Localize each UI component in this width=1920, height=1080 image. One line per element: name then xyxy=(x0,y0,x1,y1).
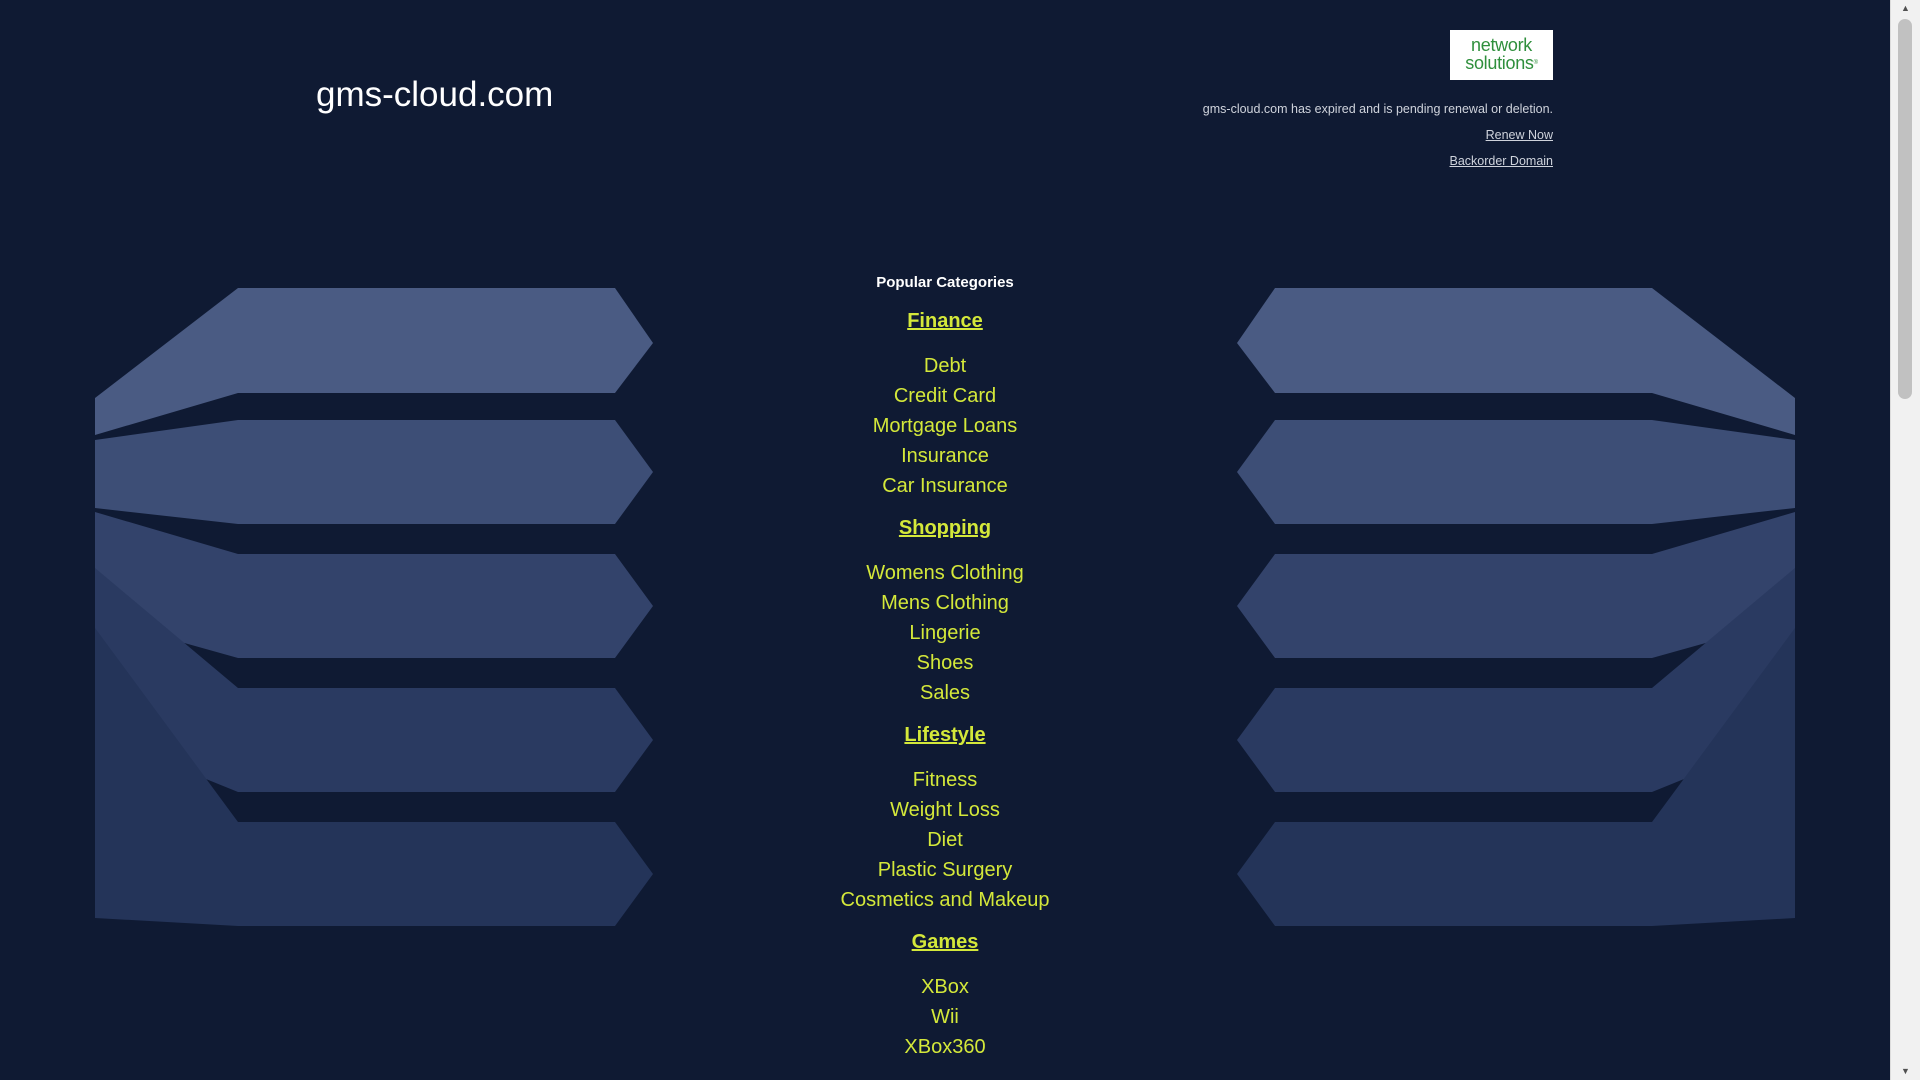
list-item: XBox xyxy=(0,972,1890,1002)
logo-line-2: solutions® xyxy=(1450,54,1553,72)
logo-line-1: network xyxy=(1471,35,1532,55)
category-link-lingerie[interactable]: Lingerie xyxy=(909,622,980,644)
category-link-sales[interactable]: Sales xyxy=(920,682,970,704)
category-link-plastic-surgery[interactable]: Plastic Surgery xyxy=(878,859,1013,881)
category-link-fitness[interactable]: Fitness xyxy=(913,769,977,791)
list-item: Weight Loss xyxy=(0,795,1890,825)
category-title-lifestyle[interactable]: Lifestyle xyxy=(904,723,985,747)
list-item: Plastic Surgery xyxy=(0,855,1890,885)
network-solutions-logo[interactable]: network solutions® xyxy=(1450,30,1553,80)
category-link-diet[interactable]: Diet xyxy=(927,829,963,851)
list-item: Debt xyxy=(0,351,1890,381)
category-link-wii[interactable]: Wii xyxy=(931,1006,959,1028)
list-item: Shoes xyxy=(0,648,1890,678)
list-item: Fitness xyxy=(0,765,1890,795)
list-item: Sales xyxy=(0,678,1890,708)
category-list-finance: Debt Credit Card Mortgage Loans Insuranc… xyxy=(0,351,1890,501)
category-link-weight-loss[interactable]: Weight Loss xyxy=(890,799,1000,821)
list-item: Credit Card xyxy=(0,381,1890,411)
category-group-games: Games XBox Wii XBox360 xyxy=(0,915,1890,1062)
list-item: Car Insurance xyxy=(0,471,1890,501)
category-link-xbox360[interactable]: XBox360 xyxy=(904,1036,985,1058)
logo-line-2-text: solutions xyxy=(1465,53,1534,73)
vertical-scrollbar[interactable]: ▲ ▼ xyxy=(1890,0,1920,1080)
category-link-car-insurance[interactable]: Car Insurance xyxy=(882,475,1008,497)
category-title-shopping[interactable]: Shopping xyxy=(899,516,991,540)
page-viewport: gms-cloud.com network solutions® gms-clo… xyxy=(0,0,1890,1080)
list-item: Mortgage Loans xyxy=(0,411,1890,441)
category-group-shopping: Shopping Womens Clothing Mens Clothing L… xyxy=(0,501,1890,708)
category-link-cosmetics-and-makeup[interactable]: Cosmetics and Makeup xyxy=(841,889,1050,911)
category-group-lifestyle: Lifestyle Fitness Weight Loss Diet Plast… xyxy=(0,708,1890,915)
popular-categories: Popular Categories Finance Debt Credit C… xyxy=(0,272,1890,1062)
list-item: Cosmetics and Makeup xyxy=(0,885,1890,915)
category-link-credit-card[interactable]: Credit Card xyxy=(894,385,996,407)
expiry-notice: gms-cloud.com has expired and is pending… xyxy=(1202,102,1553,116)
triangle-up-icon[interactable]: ▲ xyxy=(1891,0,1920,17)
category-title-finance[interactable]: Finance xyxy=(907,309,983,333)
scrollbar-thumb[interactable] xyxy=(1898,19,1912,399)
domain-title: gms-cloud.com xyxy=(316,75,554,114)
category-link-womens-clothing[interactable]: Womens Clothing xyxy=(866,562,1023,584)
category-list-shopping: Womens Clothing Mens Clothing Lingerie S… xyxy=(0,558,1890,708)
renew-now-link[interactable]: Renew Now xyxy=(1486,128,1553,142)
category-link-xbox[interactable]: XBox xyxy=(921,976,969,998)
categories-heading: Popular Categories xyxy=(876,274,1014,291)
category-link-mortgage-loans[interactable]: Mortgage Loans xyxy=(873,415,1018,437)
list-item: Diet xyxy=(0,825,1890,855)
list-item: Womens Clothing xyxy=(0,558,1890,588)
list-item: Wii xyxy=(0,1002,1890,1032)
category-link-insurance[interactable]: Insurance xyxy=(901,445,989,467)
category-list-lifestyle: Fitness Weight Loss Diet Plastic Surgery… xyxy=(0,765,1890,915)
category-list-games: XBox Wii XBox360 xyxy=(0,972,1890,1062)
logo-registered-mark: ® xyxy=(1533,60,1538,66)
category-link-debt[interactable]: Debt xyxy=(924,355,966,377)
category-title-games[interactable]: Games xyxy=(912,930,979,954)
category-link-mens-clothing[interactable]: Mens Clothing xyxy=(881,592,1009,614)
list-item: Mens Clothing xyxy=(0,588,1890,618)
list-item: XBox360 xyxy=(0,1032,1890,1062)
list-item: Lingerie xyxy=(0,618,1890,648)
triangle-down-icon[interactable]: ▼ xyxy=(1891,1063,1920,1080)
list-item: Insurance xyxy=(0,441,1890,471)
category-link-shoes[interactable]: Shoes xyxy=(917,652,974,674)
backorder-domain-link[interactable]: Backorder Domain xyxy=(1449,154,1553,168)
category-group-finance: Finance Debt Credit Card Mortgage Loans … xyxy=(0,294,1890,501)
